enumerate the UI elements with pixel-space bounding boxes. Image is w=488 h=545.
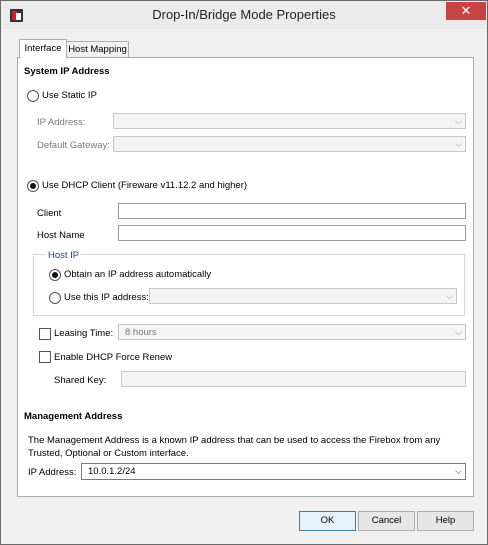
leasing-time-label: Leasing Time:: [54, 328, 114, 339]
window-title: Drop-In/Bridge Mode Properties: [152, 7, 336, 22]
chevron-down-icon: ⌵: [455, 139, 462, 149]
host-ip-group-title: Host IP: [46, 250, 82, 261]
management-ip-value: 10.0.1.2/24: [88, 466, 136, 477]
client-field[interactable]: [118, 203, 466, 219]
dhcp-force-renew-label: Enable DHCP Force Renew: [54, 352, 173, 363]
ip-address-select[interactable]: ⌵: [113, 113, 466, 129]
obtain-ip-auto-label: Obtain an IP address automatically: [64, 269, 212, 280]
static-ip-radio[interactable]: [27, 90, 39, 102]
title-bar[interactable]: Drop-In/Bridge Mode Properties ✕: [1, 1, 487, 29]
use-this-ip-select[interactable]: ⌵: [149, 288, 457, 304]
management-description-line2: Trusted, Optional or Custom interface.: [28, 448, 189, 459]
static-ip-label: Use Static IP: [42, 90, 97, 101]
dialog-window: Drop-In/Bridge Mode Properties ✕ Interfa…: [0, 0, 488, 545]
management-ip-select[interactable]: 10.0.1.2/24 ⌵: [81, 463, 466, 480]
management-description-line1: The Management Address is a known IP add…: [28, 435, 441, 446]
host-name-label: Host Name: [37, 230, 85, 241]
system-ip-heading: System IP Address: [24, 66, 110, 77]
use-this-ip-radio[interactable]: [49, 292, 61, 304]
use-this-ip-label: Use this IP address:: [64, 292, 149, 303]
chevron-down-icon: ⌵: [455, 327, 462, 337]
cancel-button[interactable]: Cancel: [358, 511, 415, 531]
leasing-time-value: 8 hours: [125, 327, 157, 338]
management-ip-label: IP Address:: [28, 467, 77, 478]
chevron-down-icon: ⌵: [446, 291, 453, 301]
ok-button[interactable]: OK: [299, 511, 356, 531]
close-button[interactable]: ✕: [446, 2, 486, 20]
management-heading: Management Address: [24, 411, 123, 422]
leasing-time-select[interactable]: 8 hours ⌵: [118, 324, 466, 340]
ip-address-label: IP Address:: [37, 117, 86, 128]
dhcp-force-renew-checkbox[interactable]: [39, 351, 51, 363]
shared-key-field[interactable]: [121, 371, 466, 387]
shared-key-label: Shared Key:: [54, 375, 107, 386]
chevron-down-icon: ⌵: [455, 116, 462, 126]
chevron-down-icon: ⌵: [455, 466, 462, 476]
help-button[interactable]: Help: [417, 511, 474, 531]
dhcp-client-label: Use DHCP Client (Fireware v11.12.2 and h…: [42, 180, 248, 191]
obtain-ip-auto-radio[interactable]: [49, 269, 61, 281]
close-icon: ✕: [460, 3, 472, 18]
default-gateway-select[interactable]: ⌵: [113, 136, 466, 152]
leasing-time-checkbox[interactable]: [39, 328, 51, 340]
host-name-field[interactable]: [118, 225, 466, 241]
tab-interface[interactable]: Interface: [19, 39, 67, 59]
client-label: Client: [37, 208, 62, 219]
host-ip-group: [33, 254, 465, 316]
default-gateway-label: Default Gateway:: [37, 140, 110, 151]
dhcp-client-radio[interactable]: [27, 180, 39, 192]
